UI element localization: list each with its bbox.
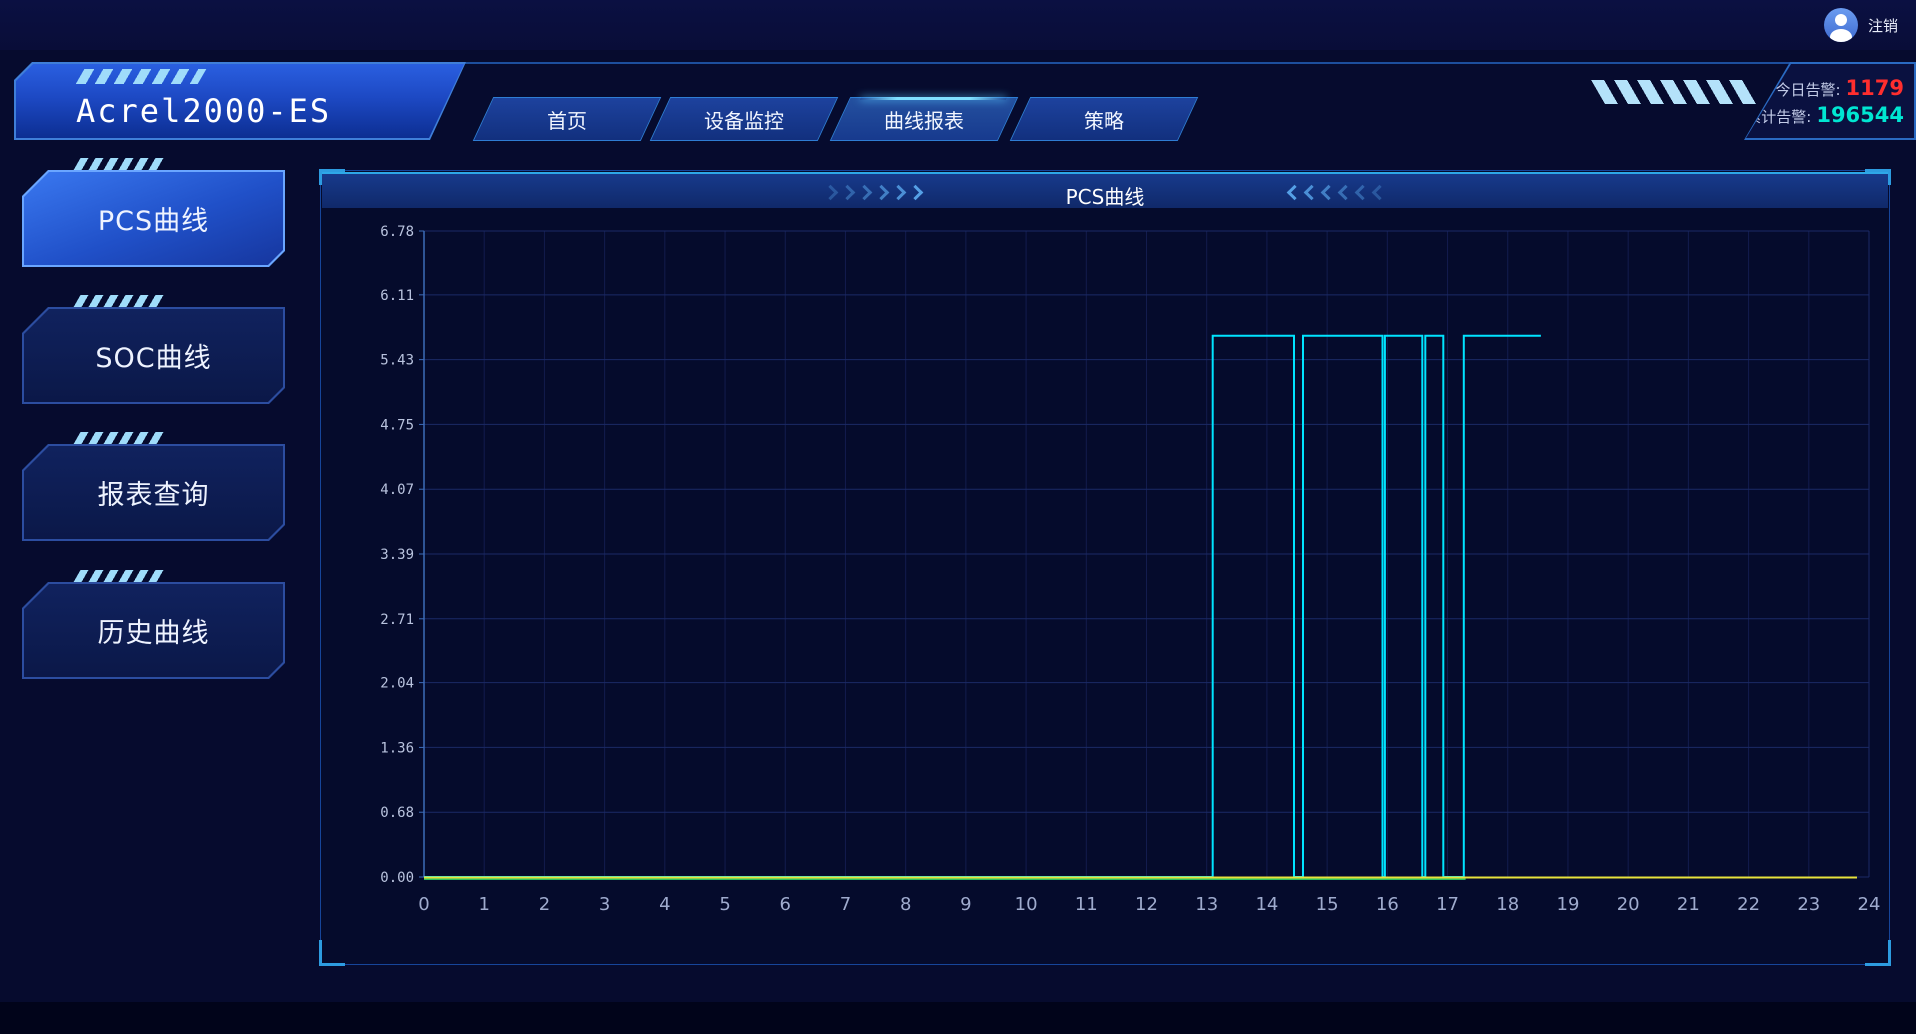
avatar-head	[1835, 14, 1847, 26]
alarm-total-value: 196544	[1816, 103, 1904, 127]
alarm-today-row: 今日告警: 1179	[1775, 76, 1904, 100]
sidebar-stripes-decoration	[74, 432, 169, 444]
sidebar-item-report-query[interactable]: 报表查询	[22, 444, 285, 541]
series-line-pcs-power-step	[424, 336, 1541, 877]
app-logo: Acrel2000-ES	[14, 62, 466, 140]
sidebar-item-fill: 报表查询	[24, 446, 283, 539]
sidebar-item-label: 历史曲线	[98, 611, 210, 650]
sidebar-stripes-decoration	[74, 158, 169, 170]
header-stripes-decoration	[1591, 80, 1757, 104]
sidebar-item-history-curve[interactable]: 历史曲线	[22, 582, 285, 679]
x-axis-label: 0	[418, 894, 429, 915]
nav-tab-label: 策略	[1021, 98, 1187, 140]
user-avatar-icon[interactable]	[1824, 8, 1858, 42]
top-bar: 注销	[0, 0, 1916, 50]
y-axis-label: 0.68	[380, 805, 414, 821]
nav-tab-strategy[interactable]: 策略	[1010, 97, 1199, 141]
sidebar-item-fill: PCS曲线	[24, 172, 283, 265]
sidebar-item-label: SOC曲线	[95, 336, 211, 375]
series-group	[424, 336, 1857, 879]
logo-stripes-decoration	[76, 69, 207, 84]
y-axis-label: 3.39	[380, 547, 414, 563]
x-axis-label: 17	[1436, 894, 1459, 915]
x-axis-label: 22	[1737, 894, 1760, 915]
x-axis-label: 19	[1557, 894, 1580, 915]
alarm-today-label: 今日告警:	[1775, 79, 1840, 100]
y-axis-label: 4.75	[380, 417, 414, 433]
x-axis-label: 13	[1195, 894, 1218, 915]
nav-tab-curve-report[interactable]: 曲线报表	[830, 97, 1019, 141]
nav-tab-device-monitor[interactable]: 设备监控	[650, 97, 839, 141]
alarm-total-row: 累计告警: 196544	[1746, 103, 1904, 127]
x-axis-label: 20	[1617, 894, 1640, 915]
y-axis-label: 4.07	[380, 482, 414, 498]
y-axis-label: 2.71	[380, 612, 414, 628]
y-axis-label: 6.11	[380, 288, 414, 304]
header-divider-line	[448, 62, 1916, 64]
sidebar-item-fill: SOC曲线	[24, 309, 283, 402]
x-axis-label: 23	[1797, 894, 1820, 915]
x-axis-label: 14	[1255, 894, 1278, 915]
chart-title: PCS曲线	[322, 181, 1888, 210]
x-axis-label: 7	[840, 894, 851, 915]
sidebar-item-fill: 历史曲线	[24, 584, 283, 677]
y-axis-label: 5.43	[380, 353, 414, 369]
chevrons-left-icon	[1289, 187, 1385, 198]
x-axis-label: 15	[1316, 894, 1339, 915]
bottom-strip	[0, 1002, 1916, 1034]
app-title: Acrel2000-ES	[76, 92, 331, 130]
gridlines	[424, 231, 1869, 877]
sidebar-stripes-decoration	[74, 570, 169, 582]
alarm-summary-panel: 今日告警: 1179 累计告警: 196544	[1744, 62, 1916, 140]
x-axis-label: 5	[719, 894, 730, 915]
nav-tab-home[interactable]: 首页	[473, 97, 662, 141]
pcs-chart-svg: 6.78 6.11 5.43 4.75 4.07 3.39 2.71 2.04 1.36 0.68…	[321, 208, 1889, 964]
x-axis-label: 21	[1677, 894, 1700, 915]
sidebar-item-pcs-curve[interactable]: PCS曲线	[22, 170, 285, 267]
x-axis-label: 16	[1376, 894, 1399, 915]
sidebar-item-soc-curve[interactable]: SOC曲线	[22, 307, 285, 404]
chart-panel: PCS曲线 6.78 6.11 5.43 4.75 4.07 3.39 2.71 2.04 1.…	[320, 170, 1890, 965]
x-axis-label: 24	[1858, 894, 1881, 915]
user-area: 注销	[1824, 0, 1898, 50]
sidebar-item-label: PCS曲线	[98, 199, 209, 238]
alarm-summary-content: 今日告警: 1179 累计告警: 196544	[1746, 64, 1914, 138]
alarm-today-value: 1179	[1846, 76, 1904, 100]
nav-tab-label: 设备监控	[661, 98, 827, 140]
x-axis-label: 3	[599, 894, 610, 915]
chart-title-bar: PCS曲线	[322, 172, 1888, 208]
sidebar-item-label: 报表查询	[98, 473, 210, 512]
axis-labels: 6.78 6.11 5.43 4.75 4.07 3.39 2.71 2.04 1.36 0.68…	[380, 224, 1880, 915]
x-axis-label: 2	[539, 894, 550, 915]
alarm-total-label: 累计告警:	[1746, 106, 1811, 127]
x-axis-label: 1	[478, 894, 489, 915]
nav-tab-label: 首页	[484, 98, 650, 140]
sidebar-stripes-decoration	[74, 295, 169, 307]
nav-tab-label: 曲线报表	[841, 98, 1007, 140]
x-axis-label: 18	[1496, 894, 1519, 915]
y-axis-label: 0.00	[380, 870, 414, 886]
x-axis-label: 11	[1075, 894, 1098, 915]
y-axis-label: 6.78	[380, 224, 414, 240]
x-axis-label: 10	[1015, 894, 1038, 915]
x-axis-label: 8	[900, 894, 911, 915]
x-axis-label: 12	[1135, 894, 1158, 915]
avatar-torso	[1830, 29, 1852, 42]
x-axis-label: 4	[659, 894, 670, 915]
logout-button[interactable]: 注销	[1868, 15, 1898, 36]
x-axis-label: 6	[780, 894, 791, 915]
y-axis-label: 1.36	[380, 740, 414, 756]
y-axis-label: 2.04	[380, 676, 414, 692]
x-axis-label: 9	[960, 894, 971, 915]
